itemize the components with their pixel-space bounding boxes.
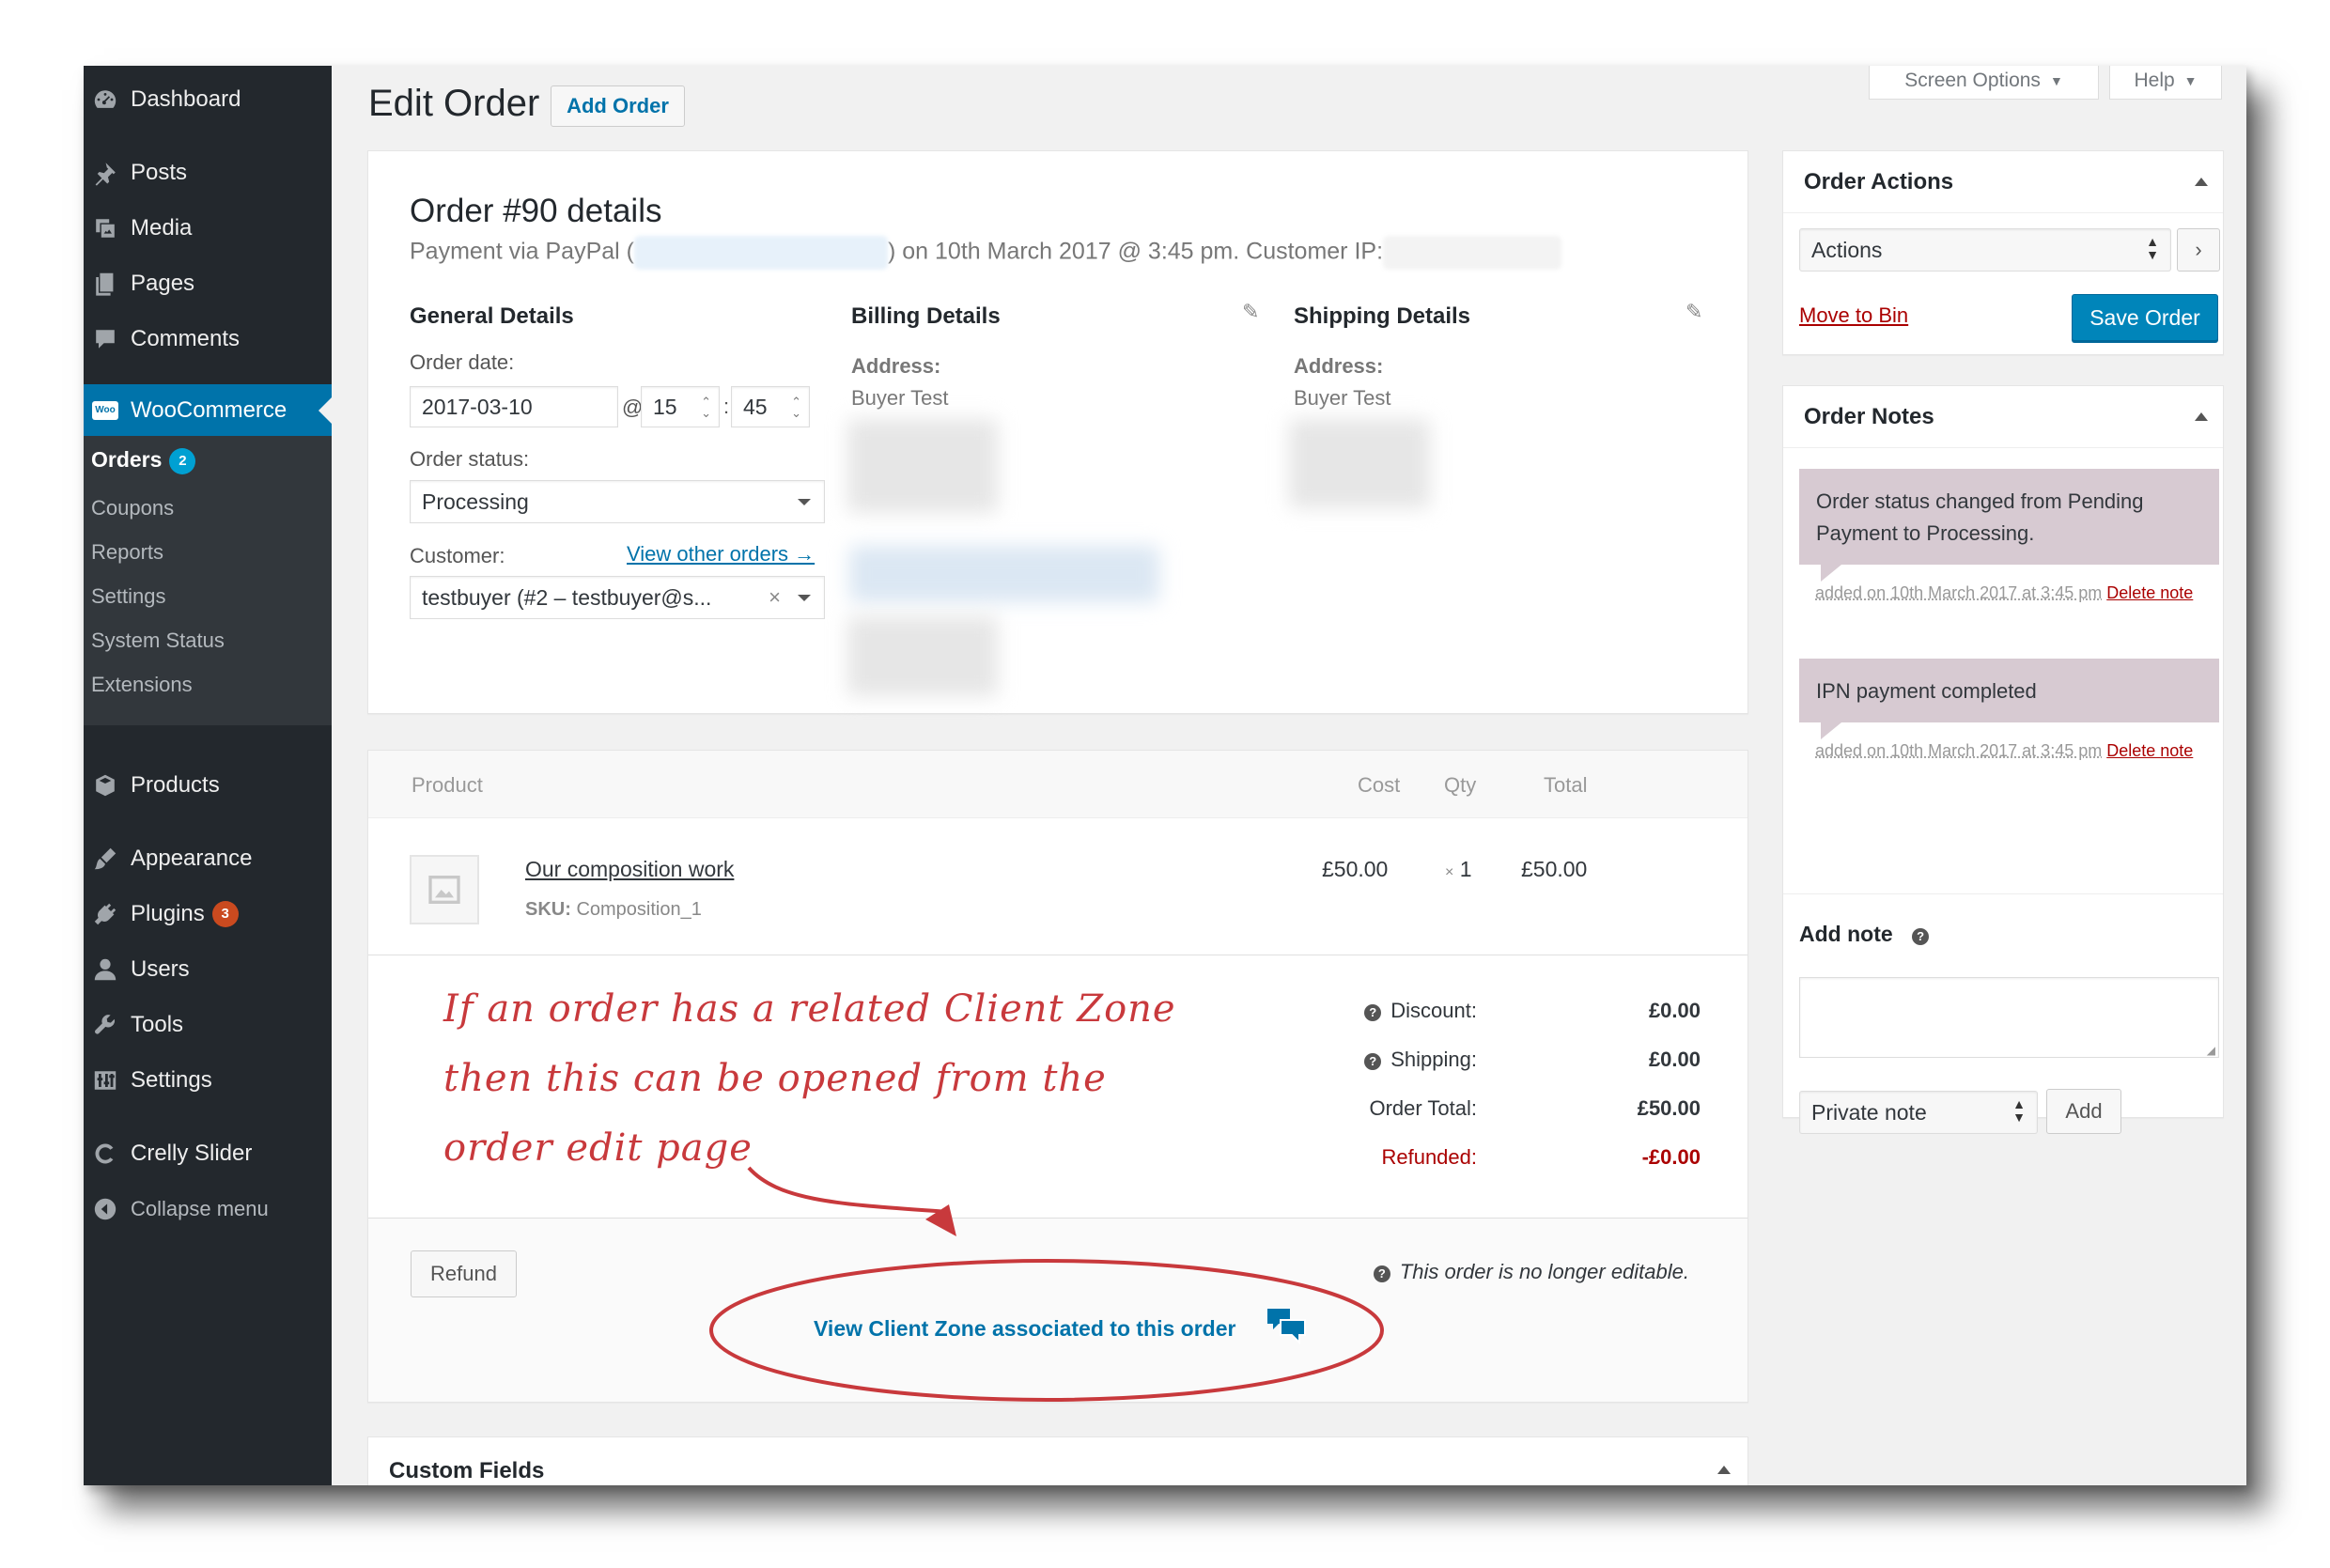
annotation-ellipse: [709, 1259, 1384, 1402]
annotation-overlay: [709, 1166, 1384, 1402]
annotation-arrow: [747, 1166, 950, 1214]
